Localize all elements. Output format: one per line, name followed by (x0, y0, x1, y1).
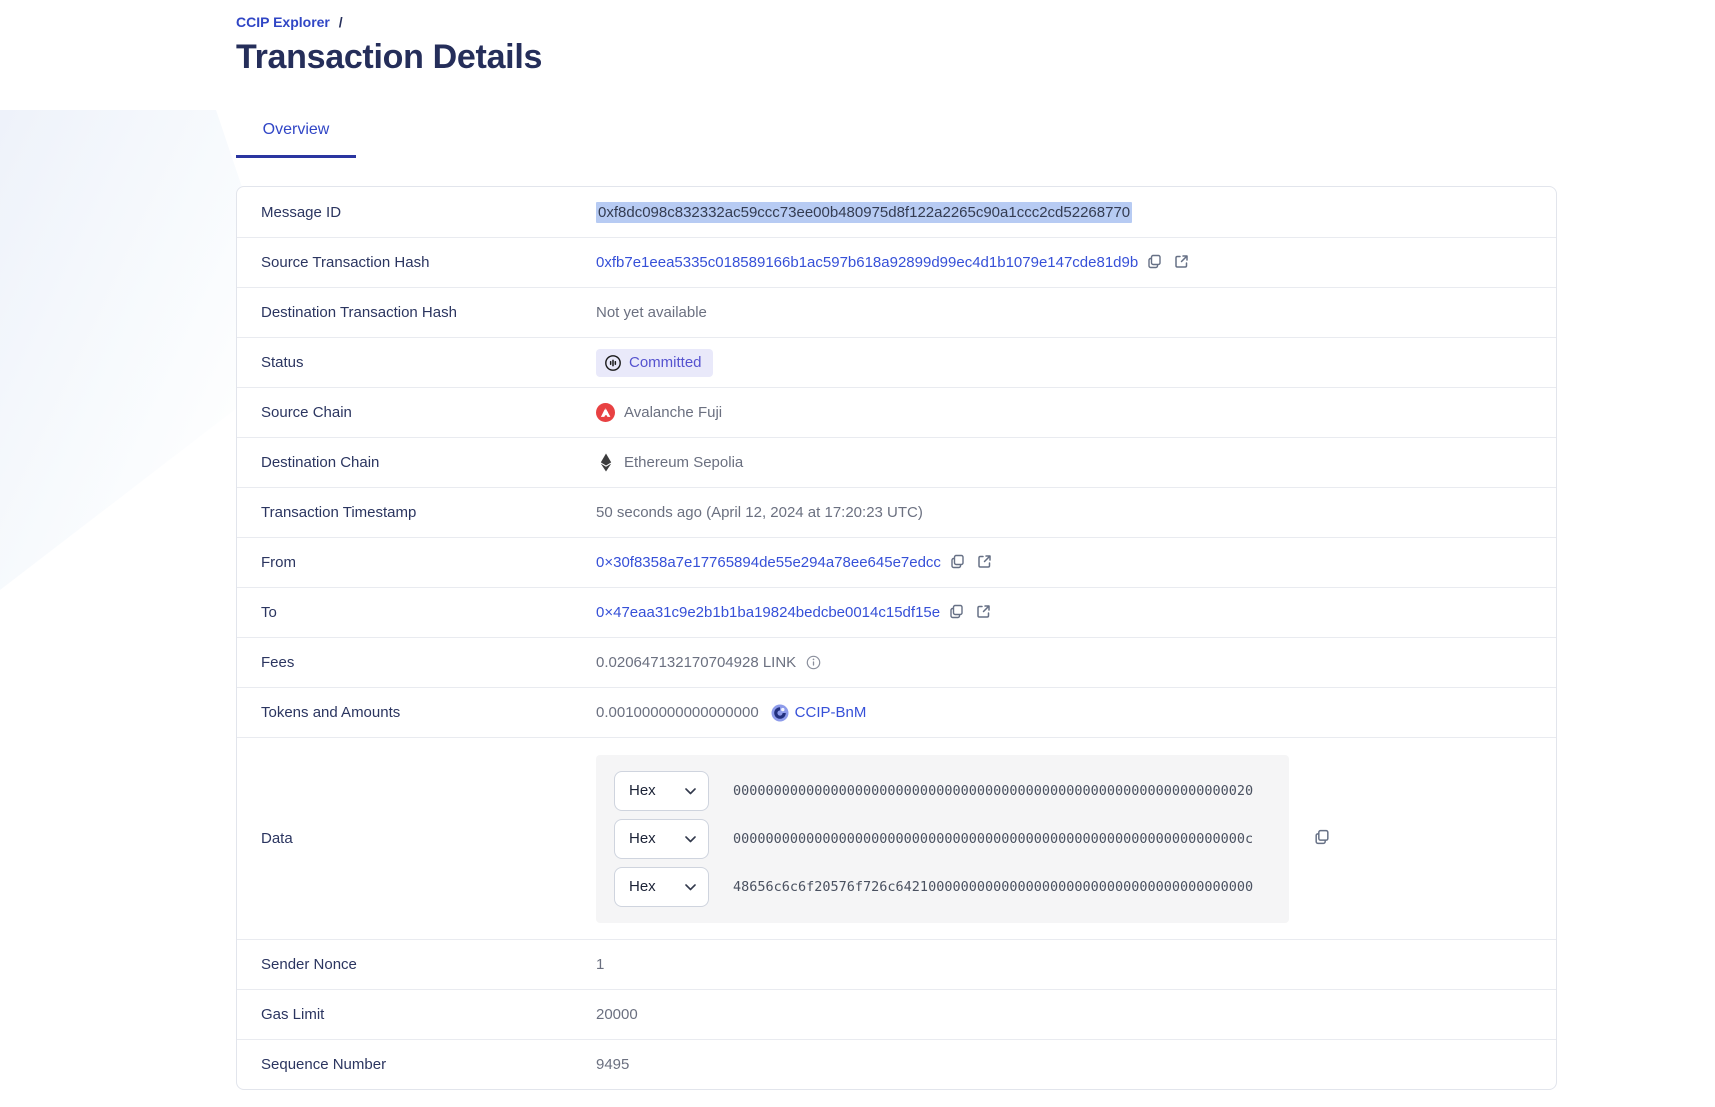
table-row-gas-limit: Gas Limit 20000 (237, 989, 1556, 1039)
avalanche-icon (596, 403, 615, 422)
transaction-details-card: Message ID 0xf8dc098c832332ac59ccc73ee00… (236, 186, 1557, 1090)
main-content: CCIP Explorer / Transaction Details Over… (236, 14, 1557, 1090)
breadcrumb-separator: / (339, 14, 343, 30)
external-link-icon (976, 553, 993, 573)
table-row-tokens: Tokens and Amounts 0.001000000000000000 … (237, 687, 1556, 737)
table-row-dest-chain: Destination Chain Ethereum Sepolia (237, 437, 1556, 487)
external-link-icon (1173, 253, 1190, 273)
table-row-sender-nonce: Sender Nonce 1 (237, 939, 1556, 989)
external-link-icon (975, 603, 992, 623)
data-hex-value: 48656c6c6f20576f726c64210000000000000000… (733, 879, 1253, 895)
data-encoding-select[interactable]: Hex (614, 867, 709, 907)
from-address-link[interactable]: 0×30f8358a7e17765894de55e294a78ee645e7ed… (596, 554, 941, 571)
data-encoding-value: Hex (629, 782, 656, 799)
open-to-address-external-button[interactable] (975, 603, 992, 623)
data-hex-panel: Hex 000000000000000000000000000000000000… (596, 755, 1289, 923)
row-label-status: Status (261, 354, 596, 371)
token-ccip-bnm-link[interactable]: CCIP-BnM (795, 704, 867, 721)
row-label-to: To (261, 604, 596, 621)
source-chain-value: Avalanche Fuji (624, 404, 722, 421)
page-title: Transaction Details (236, 38, 1557, 77)
open-source-tx-external-button[interactable] (1173, 253, 1190, 273)
table-row-from: From 0×30f8358a7e17765894de55e294a78ee64… (237, 537, 1556, 587)
sequence-number-value: 9495 (596, 1056, 629, 1073)
copy-icon (1313, 828, 1331, 849)
tab-bar: Overview (236, 121, 1557, 158)
row-label-timestamp: Transaction Timestamp (261, 504, 596, 521)
row-label-tokens: Tokens and Amounts (261, 704, 596, 721)
row-label-dest-tx-hash: Destination Transaction Hash (261, 304, 596, 321)
row-label-from: From (261, 554, 596, 571)
dest-chain-value: Ethereum Sepolia (624, 454, 743, 471)
row-label-fees: Fees (261, 654, 596, 671)
row-label-source-tx-hash: Source Transaction Hash (261, 254, 596, 271)
row-label-sender-nonce: Sender Nonce (261, 956, 596, 973)
chevron-down-icon (685, 830, 696, 847)
open-from-address-external-button[interactable] (976, 553, 993, 573)
timestamp-value: 50 seconds ago (April 12, 2024 at 17:20:… (596, 504, 923, 521)
message-id-value: 0xf8dc098c832332ac59ccc73ee00b480975d8f1… (596, 202, 1132, 223)
status-badge: Committed (596, 349, 713, 377)
data-hex-value: 0000000000000000000000000000000000000000… (733, 831, 1253, 847)
token-amount-value: 0.001000000000000000 (596, 704, 759, 721)
ccip-bnm-token-icon (771, 704, 789, 722)
copy-icon (1146, 253, 1163, 273)
fees-value: 0.020647132170704928 LINK (596, 654, 796, 671)
data-encoding-value: Hex (629, 878, 656, 895)
breadcrumb: CCIP Explorer / (236, 14, 1557, 30)
copy-to-address-button[interactable] (948, 603, 965, 623)
table-row-sequence-number: Sequence Number 9495 (237, 1039, 1556, 1089)
chevron-down-icon (685, 782, 696, 799)
table-row-data: Data Hex 0000000000000000000000000000000… (237, 737, 1556, 939)
gas-limit-value: 20000 (596, 1006, 638, 1023)
row-label-gas-limit: Gas Limit (261, 1006, 596, 1023)
table-row-dest-tx-hash: Destination Transaction Hash Not yet ava… (237, 287, 1556, 337)
to-address-link[interactable]: 0×47eaa31c9e2b1b1ba19824bedcbe0014c15df1… (596, 604, 940, 621)
fees-info-icon[interactable] (806, 655, 821, 670)
data-encoding-select[interactable]: Hex (614, 819, 709, 859)
row-label-dest-chain: Destination Chain (261, 454, 596, 471)
dest-tx-hash-value: Not yet available (596, 304, 707, 321)
ethereum-icon (596, 453, 615, 472)
copy-icon (948, 603, 965, 623)
table-row-timestamp: Transaction Timestamp 50 seconds ago (Ap… (237, 487, 1556, 537)
sender-nonce-value: 1 (596, 956, 604, 973)
data-encoding-select[interactable]: Hex (614, 771, 709, 811)
copy-source-tx-hash-button[interactable] (1146, 253, 1163, 273)
table-row-source-tx-hash: Source Transaction Hash 0xfb7e1eea5335c0… (237, 237, 1556, 287)
row-label-message-id: Message ID (261, 204, 596, 221)
table-row-message-id: Message ID 0xf8dc098c832332ac59ccc73ee00… (237, 187, 1556, 237)
data-hex-value: 0000000000000000000000000000000000000000… (733, 783, 1253, 799)
status-badge-label: Committed (629, 354, 702, 371)
data-line-3: Hex 48656c6c6f20576f726c6421000000000000… (614, 867, 1271, 907)
chevron-down-icon (685, 878, 696, 895)
copy-icon (949, 553, 966, 573)
table-row-status: Status Committed (237, 337, 1556, 387)
row-label-sequence-number: Sequence Number (261, 1056, 596, 1073)
data-line-1: Hex 000000000000000000000000000000000000… (614, 771, 1271, 811)
tab-overview[interactable]: Overview (236, 121, 356, 158)
table-row-fees: Fees 0.020647132170704928 LINK (237, 637, 1556, 687)
copy-from-address-button[interactable] (949, 553, 966, 573)
copy-data-button[interactable] (1313, 828, 1331, 849)
row-label-data: Data (261, 830, 596, 847)
table-row-source-chain: Source Chain Avalanche Fuji (237, 387, 1556, 437)
source-tx-hash-link[interactable]: 0xfb7e1eea5335c018589166b1ac597b618a9289… (596, 254, 1138, 271)
table-row-to: To 0×47eaa31c9e2b1b1ba19824bedcbe0014c15… (237, 587, 1556, 637)
data-line-2: Hex 000000000000000000000000000000000000… (614, 819, 1271, 859)
breadcrumb-link-ccip-explorer[interactable]: CCIP Explorer (236, 14, 330, 30)
data-encoding-value: Hex (629, 830, 656, 847)
status-committed-icon (604, 354, 622, 372)
row-label-source-chain: Source Chain (261, 404, 596, 421)
